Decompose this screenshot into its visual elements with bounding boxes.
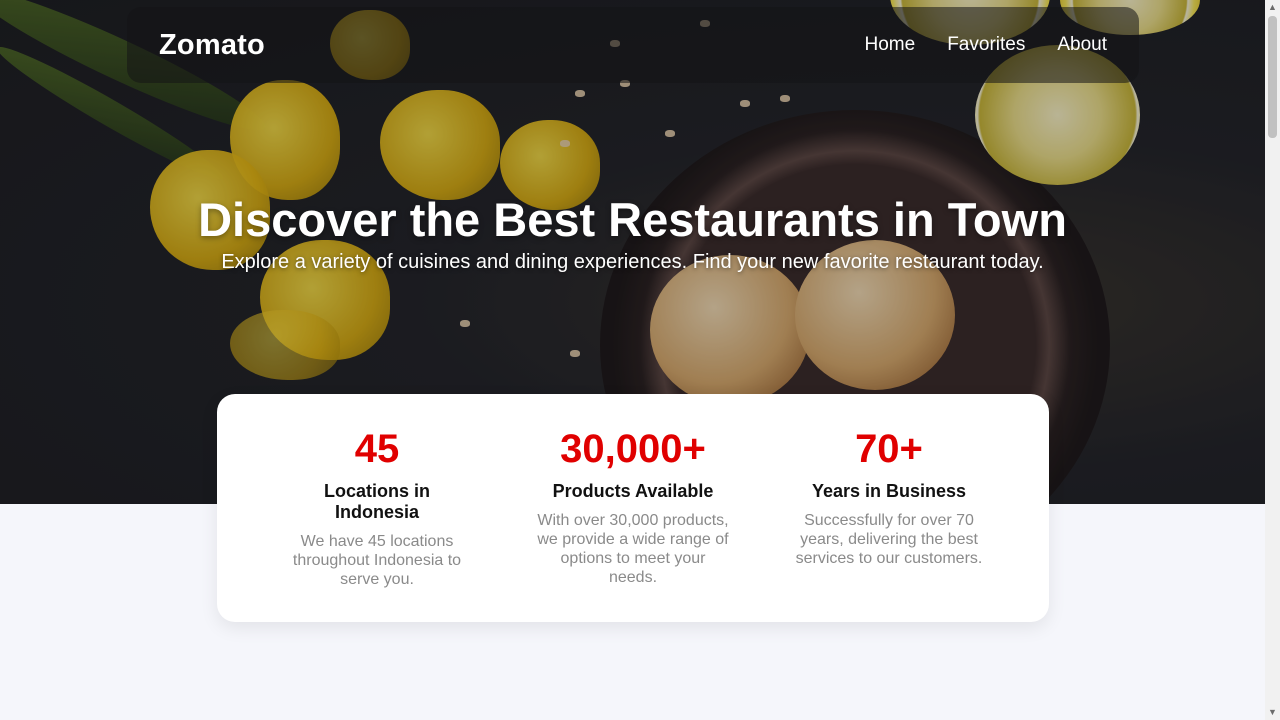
stat-title: Locations in Indonesia xyxy=(323,481,430,522)
nav-link-home[interactable]: Home xyxy=(865,34,916,56)
stat-description: We have 45 locations throughout Indonesi… xyxy=(292,533,462,588)
nav-link-about[interactable]: About xyxy=(1057,34,1107,56)
scroll-down-arrow-icon[interactable]: ▼ xyxy=(1265,705,1280,720)
stat-description: Successfully for over 70 years, deliveri… xyxy=(795,512,983,567)
nav-link-favorites[interactable]: Favorites xyxy=(947,34,1025,56)
stat-value: 70+ xyxy=(855,427,923,471)
scroll-thumb[interactable] xyxy=(1268,16,1277,138)
hero-title: Discover the Best Restaurants in Town xyxy=(198,193,1067,246)
stat-title: Years in Business xyxy=(811,481,967,501)
stat-value: 30,000+ xyxy=(560,427,706,471)
stat-value: 45 xyxy=(354,427,400,471)
stat-locations: 45 Locations in Indonesia We have 45 loc… xyxy=(281,426,473,622)
navbar: Zomato Home Favorites About xyxy=(127,7,1139,83)
nav-links: Home Favorites About xyxy=(865,34,1107,56)
hero-subtitle: Explore a variety of cuisines and dining… xyxy=(221,251,1044,273)
hero-text: Discover the Best Restaurants in Town Ex… xyxy=(0,192,1265,274)
scrollbar[interactable]: ▲ ▼ xyxy=(1265,0,1280,720)
page: Zomato Home Favorites About Discover the… xyxy=(0,0,1265,720)
stat-title: Products Available xyxy=(552,481,714,501)
brand-logo[interactable]: Zomato xyxy=(159,29,265,62)
stat-years: 70+ Years in Business Successfully for o… xyxy=(793,426,985,622)
stat-description: With over 30,000 products, we provide a … xyxy=(537,512,729,586)
stat-products: 30,000+ Products Available With over 30,… xyxy=(537,426,729,622)
stats-card: 45 Locations in Indonesia We have 45 loc… xyxy=(217,394,1049,622)
scroll-up-arrow-icon[interactable]: ▲ xyxy=(1265,0,1280,15)
